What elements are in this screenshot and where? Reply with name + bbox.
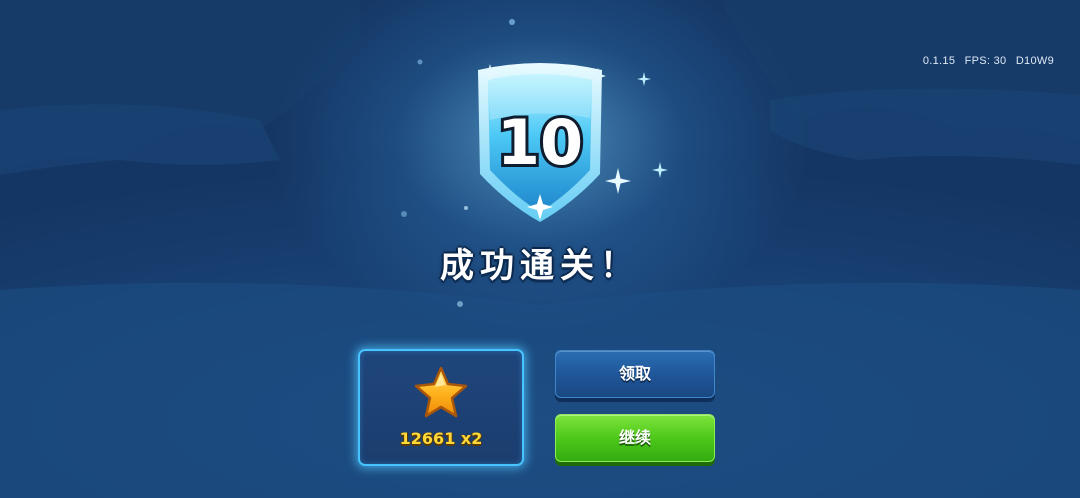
- claim-button[interactable]: 领取: [555, 350, 715, 398]
- reward-amount: 12661 x2: [399, 429, 483, 448]
- version-number: 0.1.15: [922, 55, 956, 67]
- sparkle-icon: [652, 162, 668, 178]
- fps-counter: FPS: 30: [964, 55, 1007, 67]
- level-complete-title: 成功通关！: [440, 246, 640, 286]
- reward-card: 12661 x2: [358, 349, 524, 466]
- level-number: 10: [497, 106, 583, 179]
- level-badge: 10: [468, 58, 612, 226]
- sparkle-icon: [637, 72, 651, 86]
- continue-button[interactable]: 继续: [555, 414, 715, 462]
- build-code: D10W9: [1015, 55, 1054, 67]
- version-info: 0.1.15 FPS: 30 D10W9: [917, 55, 1054, 67]
- level-complete-screen: 0.1.15 FPS: 30 D10W9 10 成功通关！ 12661 x2 领…: [0, 0, 1080, 498]
- sparkle-icon: [605, 168, 631, 194]
- star-icon: [414, 366, 468, 418]
